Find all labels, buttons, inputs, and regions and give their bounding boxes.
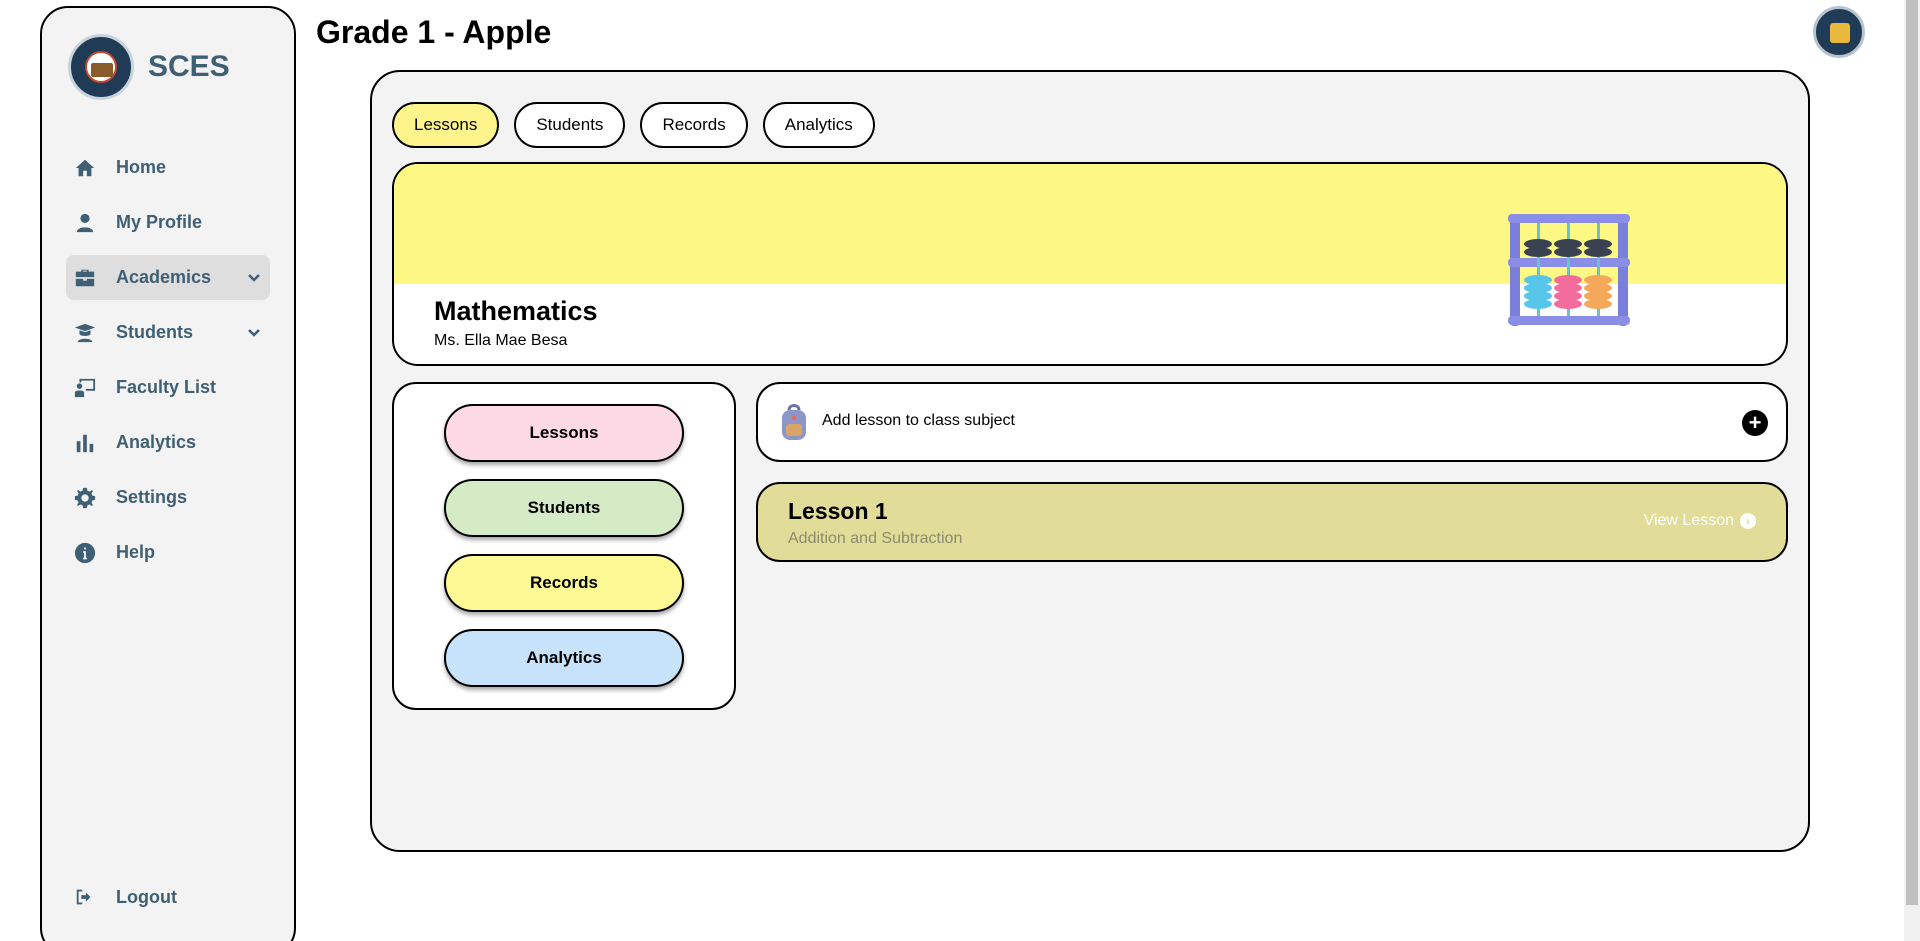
logout-label: Logout (116, 886, 177, 907)
user-icon (74, 212, 96, 234)
sidebar-item-label: Analytics (116, 432, 197, 452)
brand[interactable]: SCES (68, 34, 230, 100)
records-button[interactable]: Records (444, 554, 684, 612)
sidebar-item-faculty-list[interactable]: Faculty List (66, 365, 270, 410)
tab-analytics[interactable]: Analytics (762, 102, 875, 148)
lesson-subtitle: Addition and Subtraction (788, 530, 963, 547)
add-lesson-label: Add lesson to class subject (822, 412, 1015, 429)
page-title: Grade 1 - Apple (316, 14, 552, 50)
avatar[interactable] (1813, 6, 1865, 58)
info-icon (74, 542, 96, 564)
scrollbar-thumb[interactable] (1906, 0, 1918, 905)
home-icon (74, 157, 96, 179)
sidebar-item-settings[interactable]: Settings (66, 475, 270, 520)
logout-button[interactable]: Logout (74, 886, 177, 908)
sidebar-item-my-profile[interactable]: My Profile (66, 200, 270, 245)
add-lesson-row[interactable]: Add lesson to class subject + (756, 382, 1788, 462)
sidebar-item-analytics[interactable]: Analytics (66, 420, 270, 465)
sidebar-item-label: Settings (116, 487, 188, 507)
briefcase-icon (74, 267, 96, 289)
teacher-board-icon (74, 377, 96, 399)
tab-records[interactable]: Records (640, 102, 748, 148)
sidebar-item-help[interactable]: Help (66, 530, 270, 575)
abacus-icon (1508, 214, 1630, 326)
subject-banner: Mathematics Ms. Ella Mae Besa (392, 162, 1788, 366)
chevron-down-icon[interactable] (246, 324, 262, 340)
brand-name: SCES (148, 50, 230, 83)
lesson-title: Lesson 1 (788, 498, 888, 524)
sidebar-item-label: My Profile (116, 212, 203, 232)
sidebar-item-home[interactable]: Home (66, 145, 270, 190)
students-button[interactable]: Students (444, 479, 684, 537)
section-nav-panel: Lessons Students Records Analytics (392, 382, 736, 710)
view-lesson-label: View Lesson (1643, 512, 1734, 529)
sidebar-nav: Home My Profile Academics Students Facul… (66, 145, 270, 585)
sidebar-item-students[interactable]: Students (66, 310, 270, 355)
lesson-card[interactable]: Lesson 1 Addition and Subtraction View L… (756, 482, 1788, 562)
sidebar: SCES Home My Profile Academics Students … (40, 6, 296, 941)
logout-icon (74, 886, 96, 908)
analytics-button[interactable]: Analytics (444, 629, 684, 687)
tab-lessons[interactable]: Lessons (392, 102, 500, 148)
tab-students[interactable]: Students (514, 102, 626, 148)
sidebar-item-academics[interactable]: Academics (66, 255, 270, 300)
gear-icon (74, 487, 96, 509)
school-seal-logo (68, 34, 134, 100)
bar-chart-icon (74, 432, 96, 454)
sidebar-item-label: Academics (116, 267, 212, 287)
chevron-down-icon[interactable] (246, 269, 262, 285)
lessons-button[interactable]: Lessons (444, 404, 684, 462)
backpack-icon (782, 404, 806, 440)
sidebar-item-label: Help (116, 542, 156, 562)
chevron-right-icon: › (1740, 513, 1756, 529)
graduate-icon (74, 322, 96, 344)
sidebar-item-label: Students (116, 322, 194, 342)
subject-title: Mathematics (434, 296, 598, 326)
sidebar-item-label: Faculty List (116, 377, 217, 397)
sidebar-item-label: Home (116, 157, 167, 177)
view-lesson-link[interactable]: View Lesson › (1644, 512, 1756, 530)
teacher-name: Ms. Ella Mae Besa (434, 332, 568, 349)
add-lesson-button[interactable]: + (1742, 410, 1768, 436)
tab-bar: Lessons Students Records Analytics (392, 102, 890, 148)
class-subject-card: Lessons Students Records Analytics Mathe… (370, 70, 1810, 852)
